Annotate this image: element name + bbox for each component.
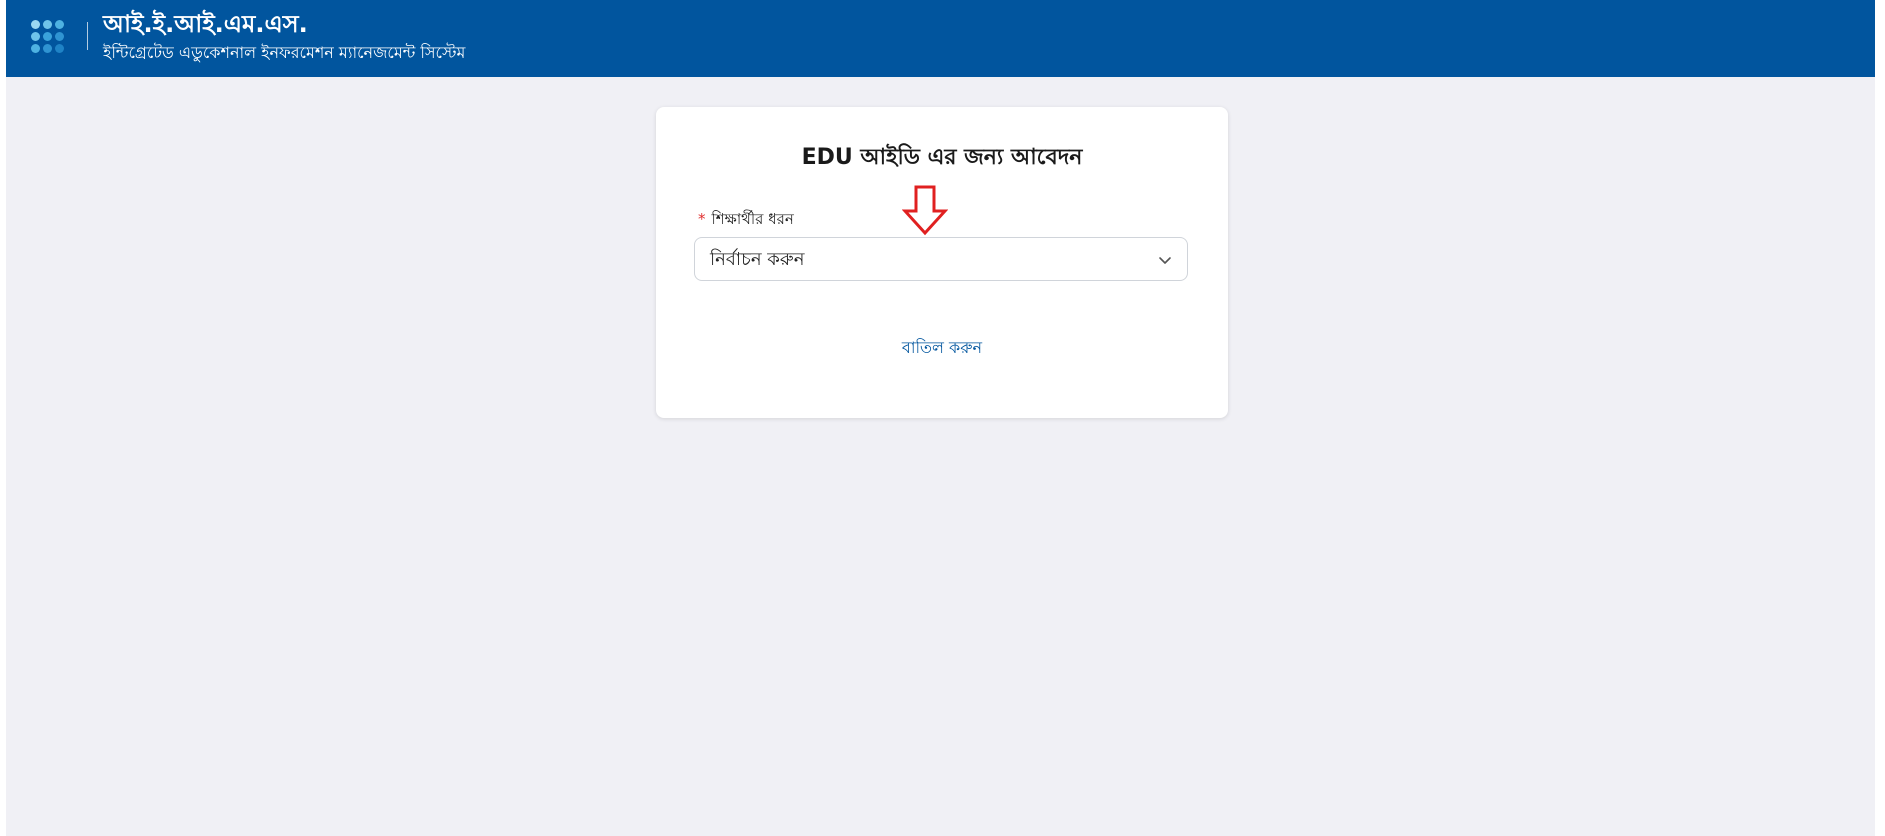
dot-grid-logo-icon xyxy=(31,20,69,54)
brand-title[interactable]: আই.ই.আই.এম.এস. xyxy=(103,9,308,39)
page-title: EDU আইডি এর জন্য আবেদন xyxy=(801,145,1083,170)
page-frame: আই.ই.আই.এম.এস. ইন্টিগ্রেটেড এডুকেশনাল ইন… xyxy=(6,0,1875,836)
brand-subtitle: ইন্টিগ্রেটেড এডুকেশনাল ইনফরমেশন ম্যানেজম… xyxy=(103,43,466,62)
cancel-button[interactable]: বাতিল করুন xyxy=(656,337,1228,359)
app-header: আই.ই.আই.এম.এস. ইন্টিগ্রেটেড এডুকেশনাল ইন… xyxy=(6,0,1875,77)
application-card: EDU আইডি এর জন্য আবেদন * শিক্ষার্থীর ধরন … xyxy=(656,107,1228,418)
required-marker: * xyxy=(698,210,706,228)
student-type-label-text: শিক্ষার্থীর ধরন xyxy=(711,210,794,228)
student-type-select[interactable]: নির্বাচন করুন xyxy=(694,237,1188,281)
student-type-label: * শিক্ষার্থীর ধরন xyxy=(698,209,794,229)
chevron-down-icon xyxy=(1159,257,1171,264)
header-divider xyxy=(87,22,88,50)
select-value: নির্বাচন করুন xyxy=(710,249,805,270)
down-arrow-outline-icon xyxy=(902,185,948,236)
